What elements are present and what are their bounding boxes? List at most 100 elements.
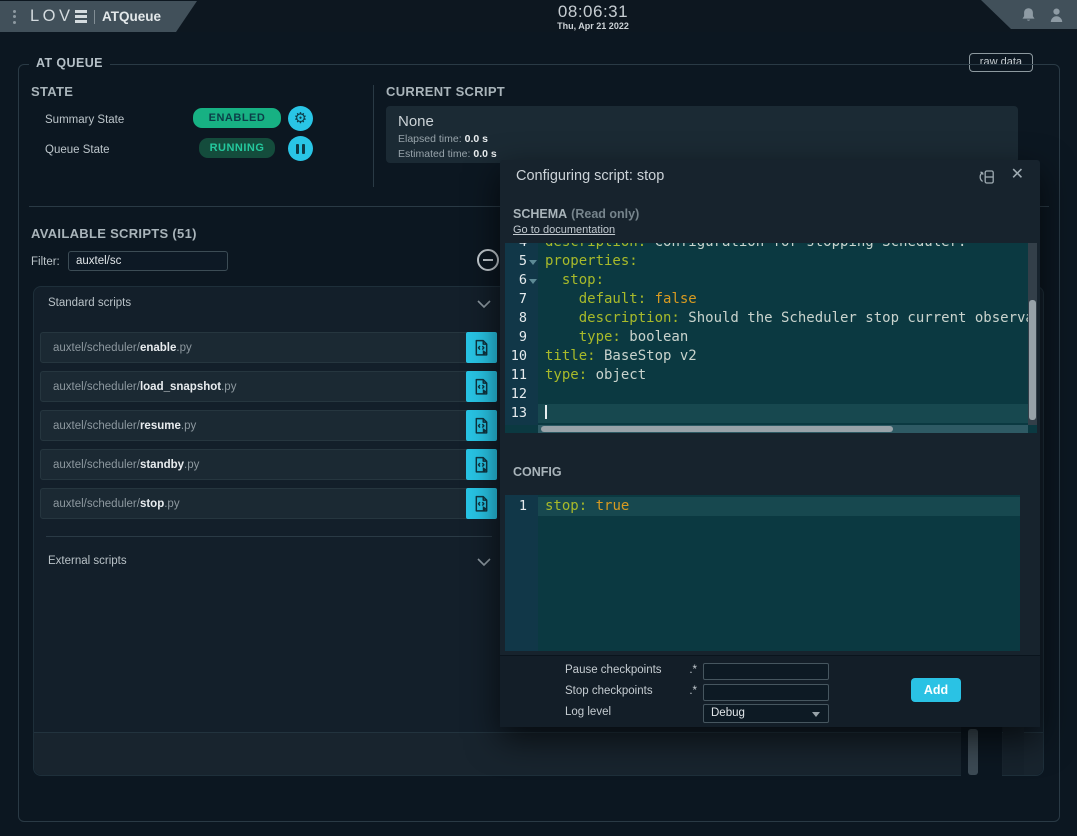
code-text: type: object: [538, 366, 1028, 385]
script-row[interactable]: auxtel/scheduler/resume.py: [40, 410, 497, 441]
code-line: 11type: object: [505, 366, 1028, 385]
line-number: 4: [505, 243, 538, 252]
queue-state-label: Queue State: [45, 144, 110, 156]
code-line: 7 default: false: [505, 290, 1028, 309]
line-number: 1: [505, 497, 538, 516]
clock-time: 08:06:31: [503, 3, 683, 21]
add-button[interactable]: Add: [911, 678, 961, 702]
code-line: 9 type: boolean: [505, 328, 1028, 347]
config-editor-gutter: [505, 495, 538, 651]
launch-script-button[interactable]: [466, 371, 497, 402]
config-title: CONFIG: [513, 465, 562, 479]
schema-vertical-scrollbar[interactable]: [1028, 243, 1037, 425]
queue-pause-button[interactable]: [288, 136, 313, 161]
code-text: type: boolean: [538, 328, 1028, 347]
clock-date: Thu, Apr 21 2022: [503, 22, 683, 31]
code-text: default: false: [538, 290, 1028, 309]
launch-script-icon: [472, 494, 491, 514]
schema-vscroll-thumb[interactable]: [1029, 300, 1036, 420]
schema-horizontal-scrollbar[interactable]: [538, 425, 1028, 433]
queue-state-badge: RUNNING: [199, 138, 275, 158]
external-scripts-header[interactable]: External scripts: [40, 553, 497, 573]
code-text: stop:: [538, 271, 1028, 290]
pause-icon: [296, 144, 300, 154]
code-text: properties:: [538, 252, 1028, 271]
script-extension: .py: [221, 381, 236, 393]
view-title: ATQueue: [102, 9, 161, 24]
stop-checkpoints-label: Stop checkpoints: [565, 685, 653, 697]
script-path-prefix: auxtel/scheduler/: [53, 459, 140, 471]
line-number: 5: [505, 252, 538, 271]
schema-hscroll-thumb[interactable]: [541, 426, 893, 432]
estimated-time-value: 0.0 s: [473, 148, 496, 160]
script-name: load_snapshot: [140, 381, 221, 393]
chevron-down-icon: [477, 300, 491, 309]
configure-script-modal: Configuring script: stop ✕ SCHEMA(Read o…: [500, 160, 1040, 727]
script-extension: .py: [181, 420, 196, 432]
logo-separator: [94, 10, 96, 24]
documentation-link[interactable]: Go to documentation: [513, 224, 615, 236]
standard-scripts-label: Standard scripts: [48, 297, 131, 309]
log-level-label: Log level: [565, 706, 611, 718]
external-scripts-label: External scripts: [48, 555, 127, 567]
code-text: stop: true: [538, 497, 1020, 516]
line-number: 11: [505, 366, 538, 385]
standard-scripts-header[interactable]: Standard scripts: [40, 295, 497, 315]
close-icon[interactable]: ✕: [1011, 165, 1024, 184]
script-name: resume: [140, 420, 181, 432]
launch-script-button[interactable]: [466, 332, 497, 363]
panel-title: AT QUEUE: [29, 56, 110, 70]
state-divider: [373, 85, 374, 187]
script-row[interactable]: auxtel/scheduler/stop.py: [40, 488, 497, 519]
text-cursor: [545, 405, 547, 419]
elapsed-time-value: 0.0 s: [465, 133, 488, 145]
line-number: 12: [505, 385, 538, 404]
log-level-value: Debug: [711, 707, 745, 719]
summary-state-label: Summary State: [45, 114, 124, 126]
code-line: 10title: BaseStop v2: [505, 347, 1028, 366]
line-number: 7: [505, 290, 538, 309]
gear-icon: ⚙: [294, 111, 307, 126]
launch-script-button[interactable]: [466, 410, 497, 441]
launch-script-button[interactable]: [466, 488, 497, 519]
menu-icon[interactable]: [13, 10, 16, 24]
schema-editor[interactable]: 4description: Configuration for stopping…: [505, 243, 1037, 433]
schema-title: SCHEMA: [513, 207, 567, 221]
top-bar-right-panel: [967, 0, 1077, 29]
launch-script-icon: [472, 338, 491, 358]
love-logo: LOV: [30, 7, 74, 26]
collapse-all-icon[interactable]: [477, 249, 499, 271]
line-number: 9: [505, 328, 538, 347]
background-panel-fragment: [1003, 727, 1024, 775]
summary-state-config-button[interactable]: ⚙: [288, 106, 313, 131]
line-number: 6: [505, 271, 538, 290]
script-name: stop: [140, 498, 164, 510]
script-row[interactable]: auxtel/scheduler/standby.py: [40, 449, 497, 480]
bell-icon[interactable]: [1021, 7, 1036, 23]
filter-label: Filter:: [31, 256, 60, 268]
code-line: 1stop: true: [505, 497, 1020, 516]
scripts-container-footer: [34, 732, 1043, 775]
script-row[interactable]: auxtel/scheduler/load_snapshot.py: [40, 371, 497, 402]
code-line: 5properties:: [505, 252, 1028, 271]
pause-checkpoints-input[interactable]: [703, 663, 829, 680]
code-line: 8 description: Should the Scheduler stop…: [505, 309, 1028, 328]
toggle-view-icon[interactable]: [978, 168, 996, 186]
config-editor[interactable]: 1stop: true: [505, 495, 1020, 651]
stop-checkpoints-input[interactable]: [703, 684, 829, 701]
code-text: description: Should the Scheduler stop c…: [538, 309, 1028, 328]
script-extension: .py: [176, 342, 191, 354]
script-row[interactable]: auxtel/scheduler/enable.py: [40, 332, 497, 363]
script-path-prefix: auxtel/scheduler/: [53, 342, 140, 354]
launch-script-button[interactable]: [466, 449, 497, 480]
filter-input[interactable]: [68, 251, 228, 271]
log-level-select[interactable]: Debug: [703, 704, 829, 723]
line-number: 10: [505, 347, 538, 366]
script-path-prefix: auxtel/scheduler/: [53, 498, 140, 510]
estimated-time-label: Estimated time:: [398, 148, 470, 160]
scripts-group-divider: [46, 536, 492, 537]
state-section-title: STATE: [31, 84, 73, 99]
scrollbar-corner: [1028, 425, 1037, 433]
user-icon[interactable]: [1049, 7, 1064, 23]
elapsed-time-label: Elapsed time:: [398, 133, 462, 145]
